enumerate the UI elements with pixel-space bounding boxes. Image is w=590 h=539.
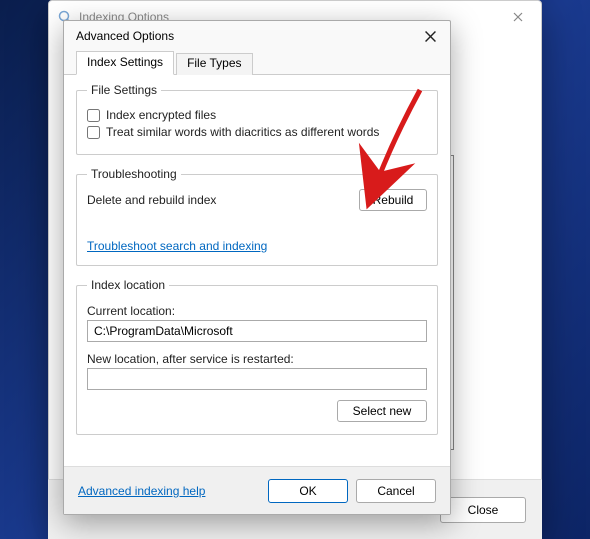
advanced-help-link[interactable]: Advanced indexing help bbox=[78, 484, 205, 498]
tab-index-settings[interactable]: Index Settings bbox=[76, 51, 174, 75]
rebuild-button[interactable]: Rebuild bbox=[359, 189, 427, 211]
current-location-label: Current location: bbox=[87, 304, 427, 318]
select-new-button[interactable]: Select new bbox=[337, 400, 427, 422]
troubleshoot-link[interactable]: Troubleshoot search and indexing bbox=[87, 239, 267, 253]
close-button[interactable]: Close bbox=[440, 497, 526, 523]
close-button-back[interactable] bbox=[503, 12, 533, 22]
index-encrypted-label: Index encrypted files bbox=[106, 108, 216, 122]
cancel-button[interactable]: Cancel bbox=[356, 479, 436, 503]
current-location-field[interactable] bbox=[87, 320, 427, 342]
dialog-footer: Advanced indexing help OK Cancel bbox=[64, 466, 450, 514]
rebuild-label: Delete and rebuild index bbox=[87, 193, 216, 207]
diacritics-checkbox[interactable] bbox=[87, 126, 100, 139]
advanced-options-title-text: Advanced Options bbox=[76, 29, 174, 43]
troubleshooting-legend: Troubleshooting bbox=[87, 167, 181, 181]
close-icon bbox=[425, 31, 436, 42]
ok-button[interactable]: OK bbox=[268, 479, 348, 503]
troubleshooting-group: Troubleshooting Delete and rebuild index… bbox=[76, 167, 438, 266]
diacritics-row[interactable]: Treat similar words with diacritics as d… bbox=[87, 125, 427, 139]
close-icon bbox=[513, 12, 523, 22]
index-location-legend: Index location bbox=[87, 278, 169, 292]
tab-bar: Index Settings File Types bbox=[64, 51, 450, 75]
dialog-close-button[interactable] bbox=[416, 24, 444, 48]
rebuild-row: Delete and rebuild index Rebuild bbox=[87, 189, 427, 211]
tab-file-types[interactable]: File Types bbox=[176, 53, 252, 75]
diacritics-label: Treat similar words with diacritics as d… bbox=[106, 125, 379, 139]
index-encrypted-checkbox[interactable] bbox=[87, 109, 100, 122]
advanced-options-titlebar: Advanced Options bbox=[64, 21, 450, 51]
dialog-body: File Settings Index encrypted files Trea… bbox=[64, 75, 450, 466]
new-location-field[interactable] bbox=[87, 368, 427, 390]
file-settings-legend: File Settings bbox=[87, 83, 161, 97]
file-settings-group: File Settings Index encrypted files Trea… bbox=[76, 83, 438, 155]
index-encrypted-row[interactable]: Index encrypted files bbox=[87, 108, 427, 122]
index-location-group: Index location Current location: New loc… bbox=[76, 278, 438, 435]
new-location-label: New location, after service is restarted… bbox=[87, 352, 427, 366]
advanced-options-dialog: Advanced Options Index Settings File Typ… bbox=[63, 20, 451, 515]
